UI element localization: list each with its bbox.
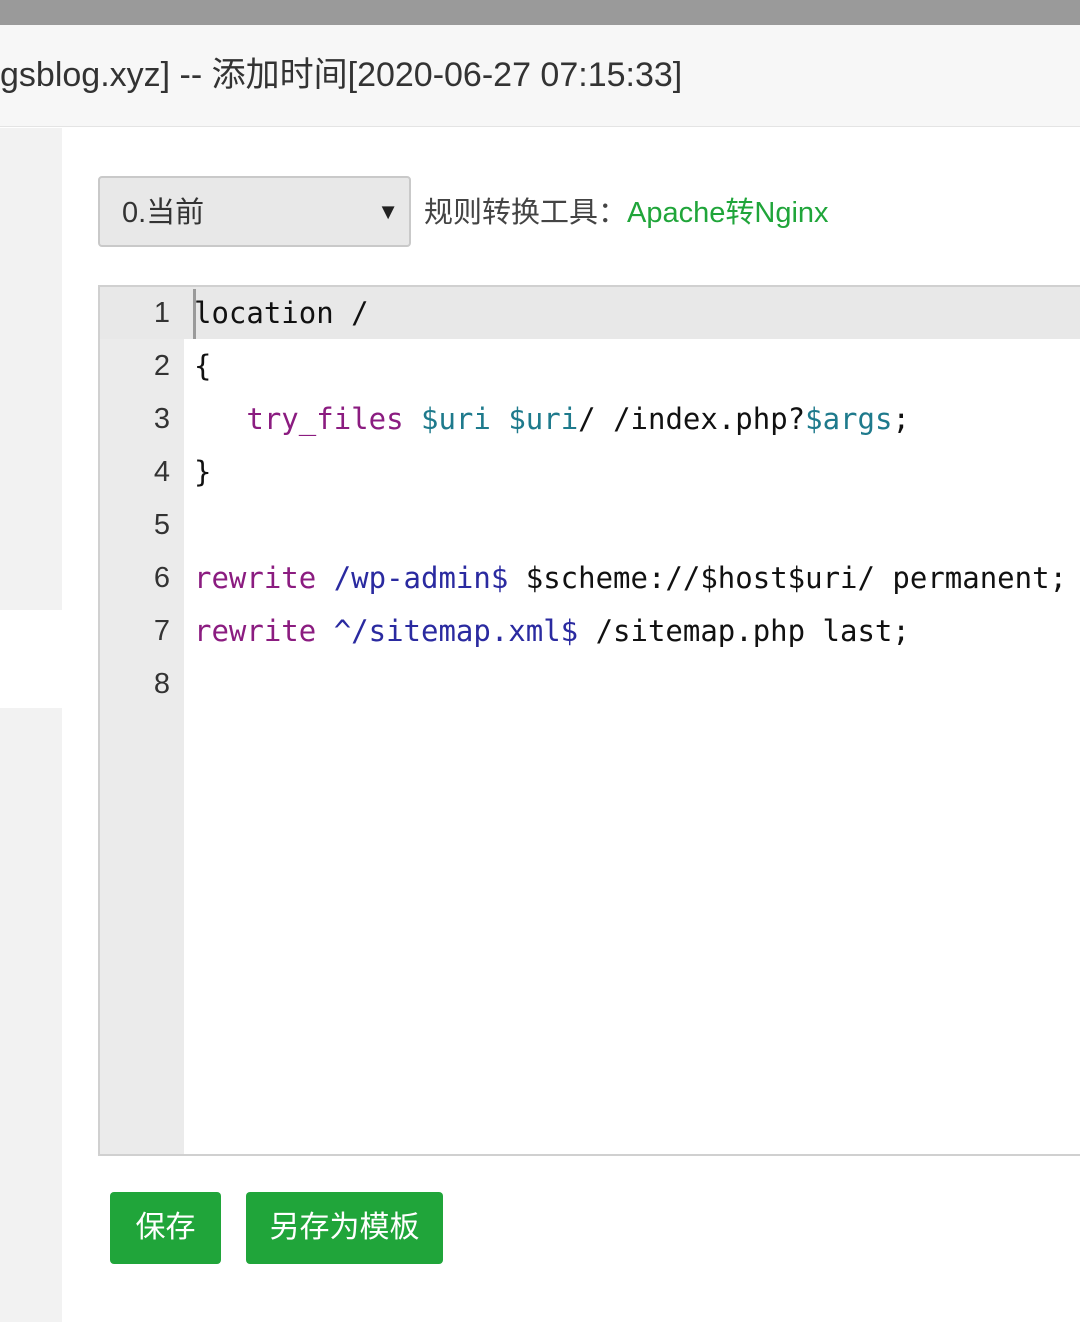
code-token: location /: [194, 296, 369, 330]
code-line[interactable]: 4}: [100, 446, 1080, 499]
save-as-template-button[interactable]: 另存为模板: [246, 1192, 443, 1264]
line-number: 8: [153, 668, 170, 700]
save-button[interactable]: 保存: [110, 1192, 221, 1264]
code-token: try_files: [246, 402, 404, 436]
line-number: 1: [153, 297, 170, 329]
line-number: 3: [153, 403, 170, 435]
apache-to-nginx-link[interactable]: Apache转Nginx: [627, 197, 829, 229]
line-number: 4: [153, 456, 170, 488]
code-line[interactable]: 3 try_files $uri $uri/ /index.php?$args;: [100, 393, 1080, 446]
code-token: /wp-admin$: [333, 561, 509, 595]
code-text: rewrite ^/sitemap.xml$ /sitemap.php last…: [194, 613, 910, 649]
code-line[interactable]: 2{: [100, 340, 1080, 393]
code-lines[interactable]: 1 location /2{3 try_files $uri $uri/ /ind…: [100, 287, 1080, 711]
code-line[interactable]: 5: [100, 499, 1080, 552]
dropdown-arrow-icon: ▼: [377, 199, 399, 224]
top-status-bar: [0, 0, 1080, 25]
side-menu: [0, 128, 62, 1322]
code-text: location /: [194, 295, 369, 331]
code-line[interactable]: 7 rewrite ^/sitemap.xml$ /sitemap.php las…: [100, 605, 1080, 658]
code-token: {: [194, 349, 212, 383]
code-token: }: [194, 455, 212, 489]
side-menu-active-item[interactable]: [0, 610, 62, 708]
code-text: rewrite /wp-admin$ $scheme://$host$uri/ …: [194, 560, 1067, 596]
code-editor[interactable]: 1 location /2{3 try_files $uri $uri/ /ind…: [98, 285, 1080, 1156]
code-line[interactable]: 1 location /: [100, 287, 1080, 340]
code-text: try_files $uri $uri/ /index.php?$args;: [194, 401, 910, 437]
converter-label: 规则转换工具：: [424, 197, 628, 229]
code-text: {: [194, 348, 211, 384]
code-token: $scheme://$host$uri/ permanent;: [508, 561, 1067, 595]
version-select-value: 0.当前: [122, 197, 205, 229]
code-token: rewrite: [194, 561, 317, 595]
text-cursor: [193, 289, 196, 339]
converter-tool: 规则转换工具：Apache转Nginx: [424, 194, 829, 232]
code-text: }: [194, 454, 211, 490]
line-number: 7: [153, 615, 170, 647]
dialog-title-bar: gsblog.xyz] -- 添加时间[2020-06-27 07:15:33]: [0, 25, 1080, 127]
code-token: ^/sitemap.xml$: [333, 614, 579, 648]
code-line[interactable]: 8: [100, 658, 1080, 711]
code-line[interactable]: 6 rewrite /wp-admin$ $scheme://$host$uri/…: [100, 552, 1080, 605]
line-number: 6: [153, 562, 170, 594]
line-number: 2: [153, 350, 170, 382]
code-token: $args: [805, 402, 893, 436]
code-token: $uri: [508, 402, 579, 436]
line-number: 5: [153, 509, 170, 541]
version-select[interactable]: 0.当前 ▼: [98, 176, 411, 247]
code-token: $uri: [421, 402, 491, 436]
code-token: /sitemap.php last;: [578, 614, 910, 648]
code-token: rewrite: [194, 614, 317, 648]
code-token: ;: [892, 402, 910, 436]
dialog-title: gsblog.xyz] -- 添加时间[2020-06-27 07:15:33]: [0, 56, 683, 94]
code-token: / /index.php?: [578, 402, 806, 436]
